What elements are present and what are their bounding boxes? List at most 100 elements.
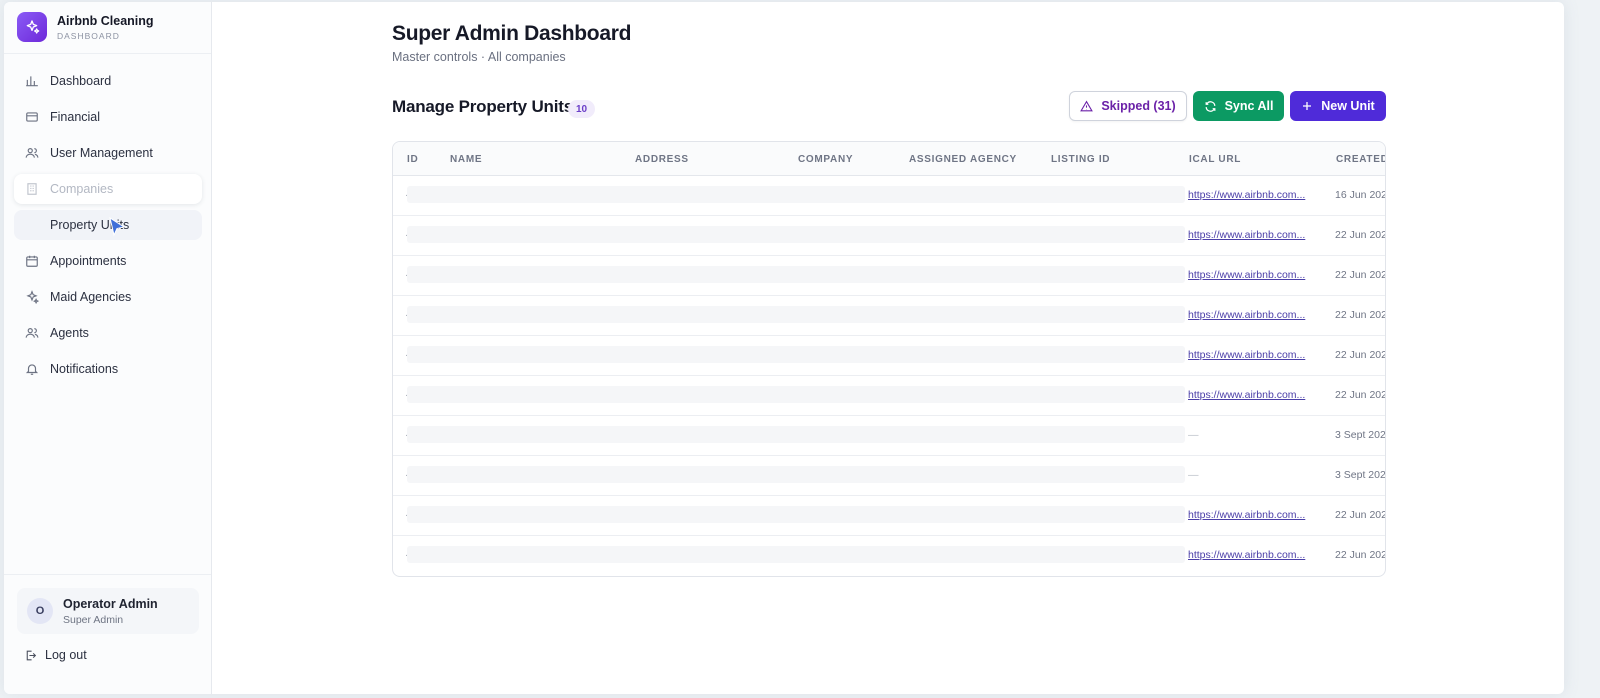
plus-icon — [1301, 100, 1313, 112]
property-units-table: ID NAME ADDRESS COMPANY ASSIGNED AGENCY … — [392, 141, 1386, 577]
column-header-company[interactable]: COMPANY — [798, 154, 853, 165]
table-row[interactable]: ·https://www.airbnb.com...22 Jun 2025 — [393, 216, 1385, 256]
sidebar-item-appointments[interactable]: Appointments — [14, 246, 202, 276]
created-date-cell: 22 Jun 2025 — [1335, 389, 1385, 401]
ical-url-empty: — — [1188, 469, 1199, 481]
home-icon — [24, 218, 39, 233]
logout-icon — [24, 649, 37, 662]
row-loading-placeholder — [407, 466, 1185, 483]
ical-url-link[interactable]: https://www.airbnb.com... — [1188, 309, 1307, 321]
ical-url-empty: — — [1188, 429, 1199, 441]
brand-title: Airbnb Cleaning — [57, 13, 154, 28]
ical-url-link[interactable]: https://www.airbnb.com... — [1188, 229, 1307, 241]
sidebar-item-companies[interactable]: Companies — [14, 174, 202, 204]
sidebar-item-label: Agents — [50, 326, 89, 340]
ical-url-link[interactable]: https://www.airbnb.com... — [1188, 349, 1307, 361]
bar-chart-icon — [24, 74, 39, 89]
ical-url-link[interactable]: https://www.airbnb.com... — [1188, 549, 1307, 561]
warning-icon — [1080, 100, 1094, 113]
ical-url-link[interactable]: https://www.airbnb.com... — [1188, 389, 1307, 401]
sidebar-item-label: Maid Agencies — [50, 290, 132, 304]
sidebar-item-label: Appointments — [50, 254, 127, 268]
sidebar-item-label: Financial — [50, 110, 101, 124]
ical-url-link[interactable]: https://www.airbnb.com... — [1188, 189, 1307, 201]
user-role: Super Admin — [63, 613, 124, 626]
table-row[interactable]: ·https://www.airbnb.com...22 Jun 2025 — [393, 336, 1385, 376]
created-date-cell: 3 Sept 2025 — [1335, 469, 1386, 481]
created-date-cell: 22 Jun 2025 — [1335, 549, 1385, 561]
sync-all-button[interactable]: Sync All — [1193, 91, 1284, 121]
logout-button[interactable]: Log out — [24, 648, 87, 662]
count-badge: 10 — [568, 100, 596, 118]
ical-url-link[interactable]: https://www.airbnb.com... — [1188, 509, 1307, 521]
section-title: Manage Property Units — [392, 97, 573, 116]
sidebar: Airbnb Cleaning DASHBOARD Dashboard Fina… — [4, 2, 212, 694]
sidebar-item-label: Notifications — [50, 362, 119, 376]
column-header-listing-id[interactable]: LISTING ID — [1051, 154, 1110, 165]
sidebar-item-notifications[interactable]: Notifications — [14, 354, 202, 384]
new-unit-label: New Unit — [1321, 99, 1375, 113]
created-date-cell: 22 Jun 2025 — [1335, 269, 1385, 281]
sidebar-item-dashboard[interactable]: Dashboard — [14, 66, 202, 96]
column-header-created[interactable]: CREATED — [1336, 154, 1385, 165]
table-body: ·https://www.airbnb.com...16 Jun 2025·ht… — [393, 176, 1385, 576]
brand-subtitle: DASHBOARD — [57, 30, 120, 41]
created-date-cell: 16 Jun 2025 — [1335, 189, 1385, 201]
table-row[interactable]: ·—3 Sept 2025 — [393, 456, 1385, 496]
sidebar-item-financial[interactable]: Financial — [14, 102, 202, 132]
app-window: Airbnb Cleaning DASHBOARD Dashboard Fina… — [4, 2, 1564, 694]
users-icon — [24, 146, 39, 161]
table-row[interactable]: ·https://www.airbnb.com...22 Jun 2025 — [393, 496, 1385, 536]
divider — [4, 53, 211, 54]
refresh-icon — [1204, 100, 1217, 113]
ical-url-link[interactable]: https://www.airbnb.com... — [1188, 269, 1307, 281]
table-row[interactable]: ·https://www.airbnb.com...22 Jun 2025 — [393, 256, 1385, 296]
column-header-name[interactable]: NAME — [450, 154, 482, 165]
created-date-cell: 22 Jun 2025 — [1335, 229, 1385, 241]
page-subtitle: Master controls · All companies — [392, 50, 566, 64]
created-date-cell: 22 Jun 2025 — [1335, 509, 1385, 521]
row-loading-placeholder — [407, 546, 1185, 563]
column-header-assigned-agency[interactable]: ASSIGNED AGENCY — [909, 154, 1017, 165]
logout-label: Log out — [45, 648, 87, 662]
user-name: Operator Admin — [63, 596, 158, 611]
column-header-address[interactable]: ADDRESS — [635, 154, 689, 165]
column-header-ical-url[interactable]: ICAL URL — [1189, 154, 1241, 165]
user-card[interactable]: O Operator Admin Super Admin — [17, 588, 199, 634]
sparkles-logo-icon — [17, 12, 47, 42]
sync-all-label: Sync All — [1224, 99, 1274, 113]
table-row[interactable]: ·https://www.airbnb.com...16 Jun 2025 — [393, 176, 1385, 216]
table-row[interactable]: ·https://www.airbnb.com...22 Jun 2025 — [393, 296, 1385, 336]
new-unit-button[interactable]: New Unit — [1290, 91, 1386, 121]
created-date-cell: 22 Jun 2025 — [1335, 349, 1385, 361]
sparkles-icon — [24, 290, 39, 305]
wallet-icon — [24, 110, 39, 125]
brand[interactable]: Airbnb Cleaning DASHBOARD — [17, 12, 154, 42]
row-loading-placeholder — [407, 186, 1185, 203]
table-row[interactable]: ·https://www.airbnb.com...22 Jun 2025 — [393, 376, 1385, 416]
sidebar-nav: Dashboard Financial User Management Comp… — [14, 66, 202, 390]
users-icon — [24, 326, 39, 341]
sidebar-item-maid-agencies[interactable]: Maid Agencies — [14, 282, 202, 312]
skipped-label: Skipped (31) — [1101, 99, 1176, 113]
skipped-button[interactable]: Skipped (31) — [1069, 91, 1187, 121]
created-date-cell: 22 Jun 2025 — [1335, 309, 1385, 321]
row-loading-placeholder — [407, 346, 1185, 363]
sidebar-item-label: Companies — [50, 182, 114, 196]
column-header-id[interactable]: ID — [407, 154, 418, 165]
page-title: Super Admin Dashboard — [392, 22, 632, 45]
table-row[interactable]: ·https://www.airbnb.com...22 Jun 2025 — [393, 536, 1385, 576]
row-loading-placeholder — [407, 266, 1185, 283]
mouse-cursor-icon — [108, 216, 126, 240]
sidebar-item-user-management[interactable]: User Management — [14, 138, 202, 168]
row-loading-placeholder — [407, 426, 1185, 443]
sidebar-item-label: User Management — [50, 146, 153, 160]
table-header: ID NAME ADDRESS COMPANY ASSIGNED AGENCY … — [393, 142, 1385, 176]
calendar-icon — [24, 254, 39, 269]
row-loading-placeholder — [407, 226, 1185, 243]
sidebar-item-label: Dashboard — [50, 74, 112, 88]
sidebar-item-property-units[interactable]: Property Units — [14, 210, 202, 240]
table-row[interactable]: ·—3 Sept 2025 — [393, 416, 1385, 456]
created-date-cell: 3 Sept 2025 — [1335, 429, 1386, 441]
sidebar-item-agents[interactable]: Agents — [14, 318, 202, 348]
